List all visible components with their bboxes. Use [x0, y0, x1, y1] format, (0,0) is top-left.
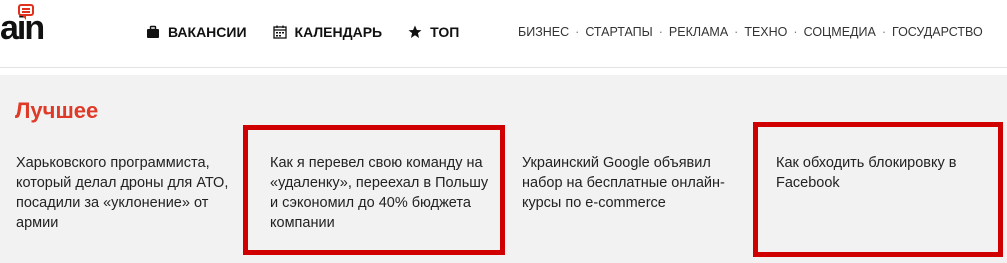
- highlight-box: [243, 125, 505, 255]
- separator: ·: [881, 25, 886, 39]
- separator: ·: [658, 25, 663, 39]
- category-advertising[interactable]: РЕКЛАМА: [669, 25, 728, 39]
- highlight-box: [753, 122, 1003, 257]
- category-nav: БИЗНЕС · СТАРТАПЫ · РЕКЛАМА · ТЕХНО · СО…: [518, 24, 983, 40]
- calendar-icon: [272, 25, 287, 39]
- site-header: ain ВАКАНСИИ КАЛЕНДАРЬ ТОП БИЗНЕС · СТАР…: [0, 0, 1007, 68]
- star-icon: [408, 25, 422, 39]
- site-logo[interactable]: ain: [0, 4, 70, 47]
- category-government[interactable]: ГОСУДАРСТВО: [892, 25, 983, 39]
- article-link[interactable]: Украинский Google объявил набор на беспл…: [522, 153, 750, 213]
- nav-item-label: ВАКАНСИИ: [168, 24, 247, 40]
- category-tech[interactable]: ТЕХНО: [744, 25, 787, 39]
- nav-item-vacancies[interactable]: ВАКАНСИИ: [146, 24, 247, 40]
- nav-item-label: КАЛЕНДАРЬ: [294, 24, 383, 40]
- separator: ·: [734, 25, 739, 39]
- nav-item-label: ТОП: [430, 24, 460, 40]
- speech-bubble-icon: [18, 4, 34, 20]
- nav-item-top[interactable]: ТОП: [408, 24, 459, 40]
- category-startups[interactable]: СТАРТАПЫ: [585, 25, 652, 39]
- briefcase-icon: [146, 25, 160, 39]
- category-socialmedia[interactable]: СОЦМЕДИА: [804, 25, 876, 39]
- separator: ·: [575, 25, 580, 39]
- category-business[interactable]: БИЗНЕС: [518, 25, 569, 39]
- article-link[interactable]: Харьковского программиста, который делал…: [16, 153, 244, 233]
- nav-item-calendar[interactable]: КАЛЕНДАРЬ: [272, 24, 383, 40]
- main-nav: ВАКАНСИИ КАЛЕНДАРЬ ТОП: [146, 22, 459, 42]
- section-title: Лучшее: [15, 98, 99, 123]
- separator: ·: [793, 25, 798, 39]
